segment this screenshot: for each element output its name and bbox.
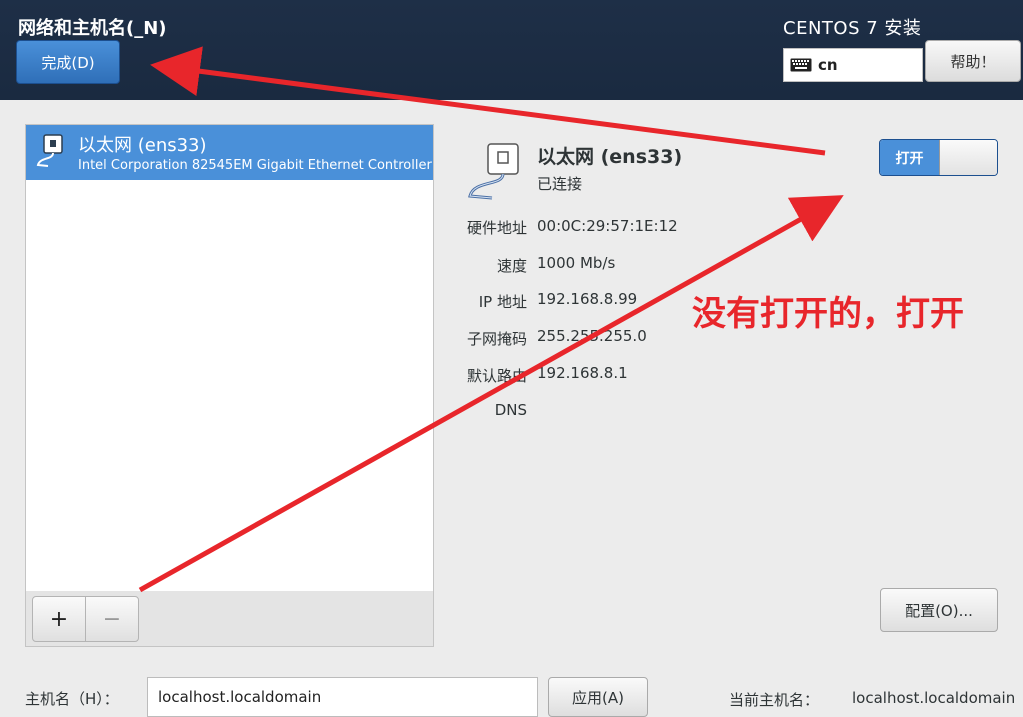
connection-status: 已连接 (537, 175, 583, 193)
add-device-button[interactable]: + (32, 596, 86, 642)
done-button[interactable]: 完成(D) (16, 40, 120, 84)
page-title: 网络和主机名(_N) (18, 18, 167, 39)
product-title: CENTOS 7 安装 (783, 18, 922, 39)
ethernet-icon (468, 143, 519, 200)
keyboard-layout-label: cn (818, 56, 838, 74)
ethernet-icon (36, 134, 63, 167)
default-route-value: 192.168.8.1 (537, 364, 628, 382)
device-list-toolbar: + − (25, 591, 434, 647)
default-route-label: 默认路由 (466, 367, 527, 385)
keyboard-layout-indicator[interactable]: cn (783, 48, 923, 82)
subnet-mask-value: 255.255.255.0 (537, 327, 647, 345)
header-bar: 网络和主机名(_N) 完成(D) CENTOS 7 安装 cn 帮助！ (0, 0, 1023, 100)
connection-toggle[interactable]: 打开 (879, 139, 998, 176)
device-detail-name: 以太网 (ens33) (537, 146, 683, 168)
hardware-address-label: 硬件地址 (466, 219, 527, 237)
configure-button[interactable]: 配置(O)... (880, 588, 998, 632)
hardware-address-value: 00:0C:29:57:1E:12 (537, 217, 678, 235)
ip-address-value: 192.168.8.99 (537, 290, 638, 308)
current-hostname-value: localhost.localdomain (852, 689, 1016, 707)
help-button[interactable]: 帮助！ (925, 40, 1021, 82)
subnet-mask-label: 子网掩码 (466, 330, 527, 348)
apply-hostname-button[interactable]: 应用(A) (548, 677, 648, 717)
annotation-text: 没有打开的，打开 (692, 294, 964, 334)
network-device-list: 以太网 (ens33) Intel Corporation 82545EM Gi… (25, 124, 434, 592)
hostname-input[interactable] (147, 677, 538, 717)
speed-value: 1000 Mb/s (537, 254, 616, 272)
speed-label: 速度 (496, 257, 527, 275)
device-description: Intel Corporation 82545EM Gigabit Ethern… (78, 158, 433, 173)
current-hostname-label: 当前主机名： (729, 691, 820, 709)
ip-address-label: IP 地址 (478, 293, 527, 311)
keyboard-icon (790, 58, 812, 72)
remove-device-button[interactable]: − (85, 596, 139, 642)
hostname-label: 主机名（H）： (25, 690, 119, 708)
device-name: 以太网 (ens33) (78, 135, 207, 156)
dns-label: DNS (494, 401, 527, 419)
toggle-label: 打开 (880, 140, 939, 175)
list-item[interactable]: 以太网 (ens33) Intel Corporation 82545EM Gi… (26, 125, 433, 180)
toggle-knob[interactable] (939, 140, 997, 175)
